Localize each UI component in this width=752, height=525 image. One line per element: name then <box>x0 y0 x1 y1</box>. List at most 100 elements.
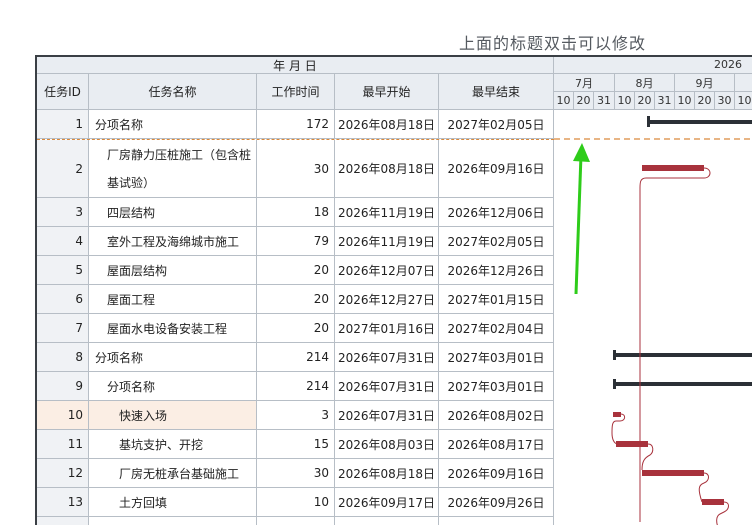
task-name[interactable]: 基坑支护、开挖 <box>89 430 257 458</box>
table-row[interactable]: 2 厂房静力压桩施工（包含桩基试验） 30 2026年08月18日 2026年0… <box>37 139 554 198</box>
task-bar[interactable] <box>702 499 724 505</box>
task-end[interactable]: 2027年01月15日 <box>439 285 554 313</box>
task-start[interactable]: 2026年08月03日 <box>335 430 439 458</box>
table-row[interactable]: 8 分项名称 214 2026年07月31日 2027年03月01日 <box>37 343 554 372</box>
task-end[interactable]: 2027年03月01日 <box>439 372 554 400</box>
task-end[interactable]: 2026年09月16日 <box>439 140 554 197</box>
task-name[interactable]: 四层结构 <box>89 198 257 226</box>
table-row[interactable]: 6 屋面工程 20 2026年12月27日 2027年01月15日 <box>37 285 554 314</box>
table-row[interactable]: 7 屋面水电设备安装工程 20 2027年01月16日 2027年02月04日 <box>37 314 554 343</box>
task-name[interactable]: 室外工程及海绵城市施工 <box>89 227 257 255</box>
task-name[interactable]: 厂房无桩承台基础施工 <box>89 459 257 487</box>
task-id: 7 <box>37 314 89 342</box>
col-header-name[interactable]: 任务名称 <box>89 74 257 110</box>
task-name[interactable]: 厂房静力压桩施工（包含桩基试验） <box>89 140 257 197</box>
task-name[interactable]: 分项名称 <box>89 110 257 138</box>
col-header-end[interactable]: 最早结束 <box>439 74 554 110</box>
task-end[interactable]: 2026年12月26日 <box>439 256 554 284</box>
table-row-selected[interactable]: 10 快速入场 3 2026年07月31日 2026年08月02日 <box>37 401 554 430</box>
task-end[interactable]: 2026年08月02日 <box>439 401 554 429</box>
task-start[interactable]: 2026年08月18日 <box>335 459 439 487</box>
task-end[interactable]: 2026年12月06日 <box>439 198 554 226</box>
task-duration[interactable]: 20 <box>257 285 335 313</box>
task-id: 3 <box>37 198 89 226</box>
task-id: 12 <box>37 459 89 487</box>
col-header-id[interactable]: 任务ID <box>37 74 89 110</box>
task-name[interactable]: 土方回填 <box>89 488 257 516</box>
task-duration[interactable]: 20 <box>257 314 335 342</box>
col-header-duration[interactable]: 工作时间 <box>257 74 335 110</box>
task-end[interactable]: 2026年08月17日 <box>439 430 554 458</box>
task-start[interactable]: 2026年08月18日 <box>335 140 439 197</box>
page-title-hint[interactable]: 上面的标题双击可以修改 <box>459 30 646 54</box>
task-start[interactable]: 2027年01月16日 <box>335 314 439 342</box>
task-bar[interactable] <box>616 441 648 447</box>
task-end[interactable]: 2027年02月05日 <box>439 227 554 255</box>
task-duration[interactable]: 15 <box>257 430 335 458</box>
table-row[interactable]: 5 屋面层结构 20 2026年12月07日 2026年12月26日 <box>37 256 554 285</box>
table-row-partial <box>37 517 554 525</box>
annotation-arrow <box>573 143 590 295</box>
task-end[interactable]: 2027年03月01日 <box>439 343 554 371</box>
task-end[interactable]: 2026年09月26日 <box>439 488 554 516</box>
task-bar[interactable] <box>642 165 704 171</box>
task-name[interactable]: 分项名称 <box>89 372 257 400</box>
task-end[interactable]: 2027年02月05日 <box>439 110 554 138</box>
task-name-empty <box>89 517 257 525</box>
gantt-chart[interactable]: 2026 7月 8月 9月 10 20 31 10 20 31 10 20 30… <box>554 57 752 525</box>
task-name[interactable]: 分项名称 <box>89 343 257 371</box>
task-duration[interactable]: 30 <box>257 459 335 487</box>
task-table: 年 月 日 任务ID 任务名称 工作时间 最早开始 最早结束 1 分项名称 17… <box>37 57 554 525</box>
summary-bar[interactable] <box>647 116 752 127</box>
summary-bar[interactable] <box>613 350 752 360</box>
task-duration[interactable]: 79 <box>257 227 335 255</box>
gantt-bars <box>554 116 752 525</box>
table-row[interactable]: 9 分项名称 214 2026年07月31日 2027年03月01日 <box>37 372 554 401</box>
col-header-start[interactable]: 最早开始 <box>335 74 439 110</box>
task-name[interactable]: 屋面水电设备安装工程 <box>89 314 257 342</box>
task-duration[interactable]: 10 <box>257 488 335 516</box>
table-row[interactable]: 3 四层结构 18 2026年11月19日 2026年12月06日 <box>37 198 554 227</box>
task-start-empty <box>335 517 439 525</box>
task-id: 1 <box>37 110 89 138</box>
task-start[interactable]: 2026年07月31日 <box>335 401 439 429</box>
task-duration[interactable]: 3 <box>257 401 335 429</box>
summary-bar[interactable] <box>613 379 752 389</box>
table-row[interactable]: 1 分项名称 172 2026年08月18日 2027年02月05日 <box>37 110 554 139</box>
task-name[interactable]: 快速入场 <box>89 401 257 429</box>
task-end[interactable]: 2026年09月16日 <box>439 459 554 487</box>
task-start[interactable]: 2026年07月31日 <box>335 372 439 400</box>
task-duration[interactable]: 18 <box>257 198 335 226</box>
task-start[interactable]: 2026年11月19日 <box>335 198 439 226</box>
table-row[interactable]: 12 厂房无桩承台基础施工 30 2026年08月18日 2026年09月16日 <box>37 459 554 488</box>
gantt-frame: 年 月 日 任务ID 任务名称 工作时间 最早开始 最早结束 1 分项名称 17… <box>35 55 752 525</box>
task-duration[interactable]: 214 <box>257 372 335 400</box>
task-start[interactable]: 2026年12月07日 <box>335 256 439 284</box>
task-bar[interactable] <box>642 470 704 476</box>
task-id: 8 <box>37 343 89 371</box>
task-name[interactable]: 屋面工程 <box>89 285 257 313</box>
task-duration-empty <box>257 517 335 525</box>
task-duration[interactable]: 30 <box>257 140 335 197</box>
task-id: 5 <box>37 256 89 284</box>
task-end[interactable]: 2027年02月04日 <box>439 314 554 342</box>
task-id: 2 <box>37 140 89 197</box>
task-bar[interactable] <box>613 412 621 417</box>
task-start[interactable]: 2026年08月18日 <box>335 110 439 138</box>
table-row[interactable]: 4 室外工程及海绵城市施工 79 2026年11月19日 2027年02月05日 <box>37 227 554 256</box>
task-name[interactable]: 屋面层结构 <box>89 256 257 284</box>
task-start[interactable]: 2026年07月31日 <box>335 343 439 371</box>
task-id: 4 <box>37 227 89 255</box>
task-id: 9 <box>37 372 89 400</box>
task-id: 13 <box>37 488 89 516</box>
table-row[interactable]: 11 基坑支护、开挖 15 2026年08月03日 2026年08月17日 <box>37 430 554 459</box>
table-row[interactable]: 13 土方回填 10 2026年09月17日 2026年09月26日 <box>37 488 554 517</box>
task-duration[interactable]: 214 <box>257 343 335 371</box>
task-id: 10 <box>37 401 89 429</box>
task-start[interactable]: 2026年11月19日 <box>335 227 439 255</box>
task-start[interactable]: 2026年09月17日 <box>335 488 439 516</box>
task-id: 6 <box>37 285 89 313</box>
task-duration[interactable]: 20 <box>257 256 335 284</box>
task-start[interactable]: 2026年12月27日 <box>335 285 439 313</box>
task-duration[interactable]: 172 <box>257 110 335 138</box>
